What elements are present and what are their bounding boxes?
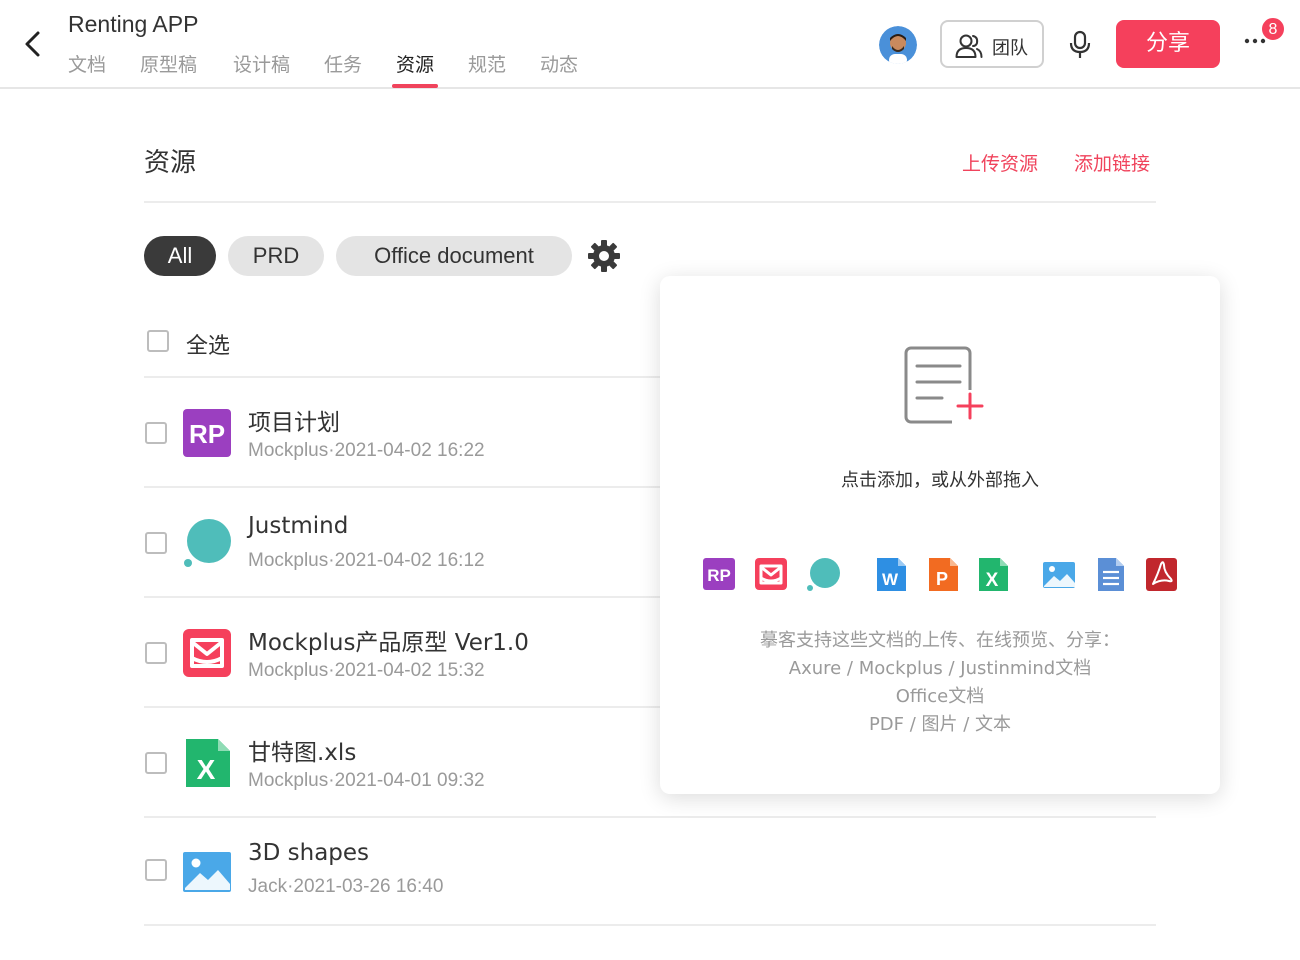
page-title: 资源 bbox=[144, 148, 197, 178]
row-checkbox[interactable] bbox=[145, 752, 167, 774]
add-link-link[interactable]: 添加链接 bbox=[1074, 149, 1150, 176]
svg-text:W: W bbox=[882, 570, 899, 589]
file-meta: Jack·2021-03-26 16:40 bbox=[248, 876, 444, 897]
image-icon bbox=[1043, 562, 1075, 588]
axure-rp-icon: RP bbox=[703, 558, 735, 590]
supported-types-row: RP W P X bbox=[660, 556, 1220, 596]
app-title: Renting APP bbox=[68, 11, 199, 37]
filter-all[interactable]: All bbox=[144, 236, 216, 276]
tab-docs[interactable]: 文档 bbox=[68, 50, 106, 88]
file-row[interactable]: 3D shapes Jack·2021-03-26 16:40 bbox=[144, 818, 1156, 928]
file-meta: Mockplus·2021-04-02 16:12 bbox=[248, 550, 485, 571]
supported-desc-line: 摹客支持这些文档的上传、在线预览、分享： bbox=[760, 630, 1120, 651]
back-arrow-icon[interactable] bbox=[18, 26, 48, 62]
excel-icon: X bbox=[186, 739, 230, 787]
supported-desc-line: Office文档 bbox=[895, 686, 985, 707]
file-meta: Mockplus·2021-04-02 15:32 bbox=[248, 660, 485, 681]
top-header: Renting APP 文档 原型稿 设计稿 任务 资源 规范 动态 团队 分享… bbox=[0, 0, 1300, 89]
powerpoint-icon: P bbox=[929, 558, 958, 591]
svg-text:X: X bbox=[986, 570, 999, 591]
pdf-icon bbox=[1146, 558, 1177, 591]
team-icon bbox=[955, 34, 983, 58]
filter-prd[interactable]: PRD bbox=[228, 236, 324, 276]
user-avatar[interactable] bbox=[879, 26, 917, 64]
mockplus-icon bbox=[755, 558, 787, 590]
file-meta: Mockplus·2021-04-01 09:32 bbox=[248, 770, 485, 791]
tab-designs[interactable]: 设计稿 bbox=[233, 50, 290, 88]
row-checkbox[interactable] bbox=[145, 422, 167, 444]
share-button[interactable]: 分享 bbox=[1116, 20, 1220, 68]
svg-text:P: P bbox=[936, 569, 948, 589]
team-button[interactable]: 团队 bbox=[940, 20, 1044, 68]
svg-text:RP: RP bbox=[189, 419, 225, 449]
file-name[interactable]: Justmind bbox=[248, 513, 348, 539]
justinmind-icon bbox=[184, 519, 231, 567]
supported-desc-line: Axure / Mockplus / Justinmind文档 bbox=[788, 658, 1092, 679]
tab-resources[interactable]: 资源 bbox=[391, 50, 439, 88]
add-document-icon[interactable] bbox=[904, 346, 988, 428]
select-all-checkbox[interactable] bbox=[147, 330, 169, 352]
upload-dropzone-popup[interactable]: 点击添加，或从外部拖入 RP W P X 摹客支持这些文档的上传、在线预览、分享… bbox=[660, 276, 1220, 794]
tab-activity[interactable]: 动态 bbox=[540, 50, 578, 88]
notification-badge: 8 bbox=[1261, 17, 1285, 41]
file-name[interactable]: 3D shapes bbox=[248, 840, 369, 866]
team-label: 团队 bbox=[992, 38, 1028, 59]
mockplus-icon bbox=[183, 629, 231, 677]
text-file-icon bbox=[1098, 558, 1124, 591]
file-name[interactable]: 甘特图.xls bbox=[248, 733, 356, 767]
file-name[interactable]: Mockplus产品原型 Ver1.0 bbox=[248, 623, 529, 657]
filter-office-document[interactable]: Office document bbox=[336, 236, 572, 276]
excel-icon: X bbox=[979, 558, 1008, 591]
justinmind-icon bbox=[807, 558, 840, 591]
tab-prototypes[interactable]: 原型稿 bbox=[140, 50, 197, 88]
file-meta: Mockplus·2021-04-02 16:22 bbox=[248, 440, 485, 461]
svg-text:X: X bbox=[197, 754, 216, 785]
upload-resource-link[interactable]: 上传资源 bbox=[962, 149, 1038, 176]
file-name[interactable]: 项目计划 bbox=[248, 403, 340, 437]
divider bbox=[144, 924, 1156, 926]
word-icon: W bbox=[877, 558, 906, 591]
microphone-icon[interactable] bbox=[1068, 30, 1092, 60]
row-checkbox[interactable] bbox=[145, 532, 167, 554]
row-checkbox[interactable] bbox=[145, 859, 167, 881]
svg-text:RP: RP bbox=[707, 566, 731, 585]
dropzone-hint: 点击添加，或从外部拖入 bbox=[841, 470, 1039, 491]
row-checkbox[interactable] bbox=[145, 642, 167, 664]
supported-desc-line: PDF / 图片 / 文本 bbox=[868, 714, 1012, 735]
axure-rp-icon: RP bbox=[183, 409, 231, 457]
image-icon bbox=[183, 852, 231, 892]
select-all-label: 全选 bbox=[186, 334, 231, 359]
tab-tasks[interactable]: 任务 bbox=[324, 50, 362, 88]
divider bbox=[144, 201, 1156, 203]
gear-icon[interactable] bbox=[586, 238, 622, 274]
tab-specs[interactable]: 规范 bbox=[468, 50, 506, 88]
